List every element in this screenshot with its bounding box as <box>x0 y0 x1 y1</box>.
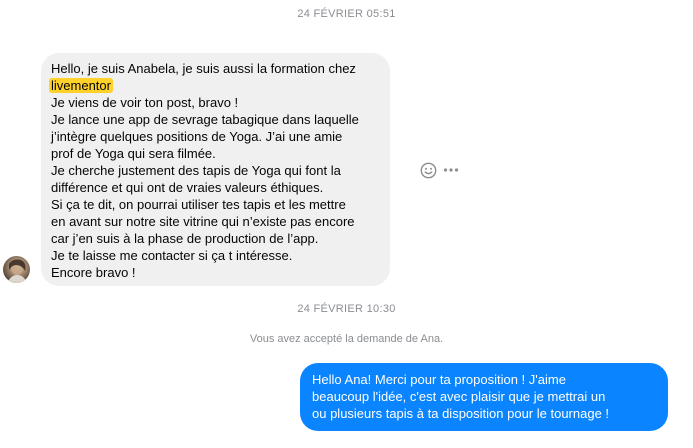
message-line: Si ça te dit, on pourrai utiliser tes ta… <box>51 197 346 212</box>
message-line: en avant sur notre site vitrine qui n’ex… <box>51 214 355 229</box>
message-actions <box>420 161 459 179</box>
message-line: Hello Ana! Merci pour ta proposition ! J… <box>312 372 566 387</box>
message-line: j’intègre quelques positions de Yoga. J’… <box>51 129 343 144</box>
outgoing-message-bubble[interactable]: Hello Ana! Merci pour ta proposition ! J… <box>300 363 668 431</box>
incoming-message-bubble[interactable]: Hello, je suis Anabela, je suis aussi la… <box>41 53 390 286</box>
contact-avatar[interactable] <box>3 256 30 283</box>
more-horizontal-icon[interactable] <box>443 167 459 173</box>
message-line: différence et qui ont de vraies valeurs … <box>51 180 324 195</box>
conversation-view: 24 FÉVRIER 05:51 Hello, je suis Anabela,… <box>0 0 693 448</box>
system-notice: Vous avez accepté la demande de Ana. <box>249 333 444 345</box>
message-line: Je viens de voir ton post, bravo ! <box>51 95 239 110</box>
highlighted-keyword: livementor <box>49 78 113 93</box>
timestamp: 24 FÉVRIER 05:51 <box>297 8 396 20</box>
message-line: prof de Yoga qui sera filmée. <box>51 146 216 161</box>
message-line: livementor <box>49 77 380 94</box>
message-line: Je lance une app de sevrage tabagique da… <box>51 112 359 127</box>
message-line: Encore bravo ! <box>51 265 136 280</box>
message-line: Je te laisse me contacter si ça t intére… <box>51 248 293 263</box>
smiley-face-icon[interactable] <box>420 162 437 179</box>
timestamp: 24 FÉVRIER 10:30 <box>297 303 396 315</box>
message-line: beaucoup l'idée, c'est avec plaisir que … <box>312 389 606 404</box>
message-line: Hello, je suis Anabela, je suis aussi la… <box>51 61 356 76</box>
message-line: car j’en suis à la phase de production d… <box>51 231 319 246</box>
message-line: ou plusieurs tapis à ta disposition pour… <box>312 406 610 421</box>
message-line: Je cherche justement des tapis de Yoga q… <box>51 163 341 178</box>
